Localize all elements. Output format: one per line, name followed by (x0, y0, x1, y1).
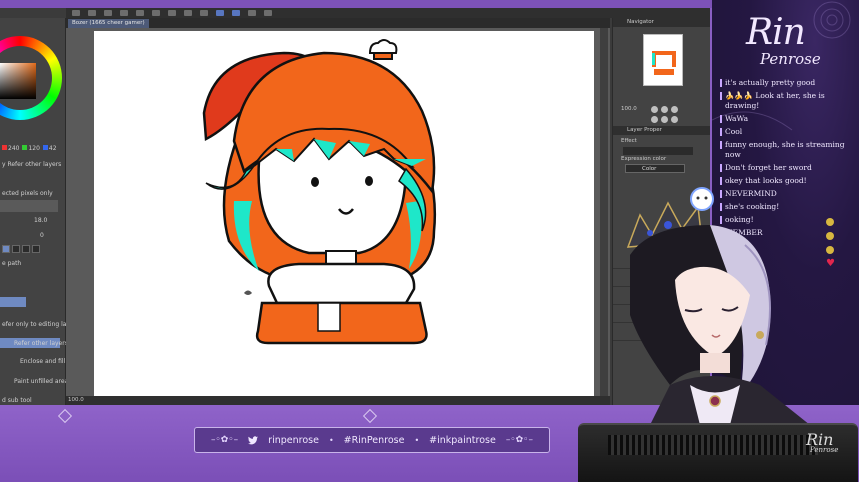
paw-deco-icon: –◦✿◦– (211, 435, 239, 445)
chat-message: Don't forget her sword (720, 163, 850, 173)
selection-icon[interactable] (216, 10, 224, 16)
separator-dot: • (328, 435, 334, 445)
color-picker-square[interactable] (0, 63, 36, 99)
mic-grille (608, 435, 818, 455)
transform-icon[interactable] (168, 10, 176, 16)
social-bar: –◦✿◦– rinpenrose • #RinPenrose • #inkpai… (194, 427, 550, 453)
redo-icon[interactable] (136, 10, 144, 16)
fit-icon[interactable] (671, 106, 678, 113)
navigator-controls (651, 106, 678, 113)
chat-message: Cool (720, 127, 850, 137)
menu-bar (66, 8, 710, 18)
zoom-value[interactable]: 100.0 (621, 106, 637, 112)
zoom-out-icon[interactable] (661, 106, 668, 113)
refer-other-layers-label: y Refer other layers (2, 161, 62, 168)
twitter-handle[interactable]: rinpenrose (268, 435, 319, 446)
crop-icon[interactable] (200, 10, 208, 16)
mode-icon-row (2, 245, 40, 253)
save-icon[interactable] (104, 10, 112, 16)
chat-message: WaWa (720, 114, 850, 124)
sub-tool-label: d sub tool (2, 397, 32, 404)
layer-property-header[interactable]: Layer Proper (613, 126, 710, 135)
value-field-1[interactable]: 18.0 (34, 217, 47, 224)
selected-setting[interactable] (0, 297, 26, 307)
selected-pixels-label: ected pixels only (2, 190, 53, 197)
open-icon[interactable] (88, 10, 96, 16)
chef-hat-icon (368, 39, 398, 60)
deselect-icon[interactable] (184, 10, 192, 16)
enclose-fill-label: Enclose and fill (20, 358, 66, 365)
logo-watermark: Rin Penrose (800, 430, 854, 460)
clear-icon[interactable] (152, 10, 160, 16)
pen-icon[interactable] (248, 10, 256, 16)
mode-2-icon[interactable] (12, 245, 20, 253)
twitter-icon (248, 435, 259, 444)
status-zoom[interactable]: 100.0 (68, 397, 84, 403)
effect-slots[interactable] (623, 147, 693, 155)
chibi-drawing (202, 39, 437, 345)
flip-icon[interactable] (671, 116, 678, 123)
rgb-g-value: 120 (28, 145, 40, 152)
rotate-right-icon[interactable] (661, 116, 668, 123)
logo-subtitle: Penrose (760, 50, 821, 68)
rgb-b-value: 42 (48, 145, 57, 152)
mode-3-icon[interactable] (22, 245, 30, 253)
rotate-controls (651, 116, 678, 123)
expression-color-label: Expression color (621, 156, 667, 162)
mode-1-icon[interactable] (2, 245, 10, 253)
new-icon[interactable] (72, 10, 80, 16)
ruler-icon[interactable] (232, 10, 240, 16)
value-field-2[interactable]: 0 (40, 232, 44, 239)
rgb-readout: 240 120 42 (2, 145, 57, 152)
paw-deco-icon: –◦✿◦– (505, 435, 533, 445)
fill-icon[interactable] (264, 10, 272, 16)
thumbnail-drawing (652, 51, 676, 75)
separator-dot: • (414, 435, 420, 445)
canvas-tab-bar: Bozer (1665 cheer gamer) (66, 18, 610, 28)
navigator-header[interactable]: Navigator (613, 18, 710, 27)
zoom-in-icon[interactable] (651, 106, 658, 113)
hashtag-rinpenrose[interactable]: #RinPenrose (344, 435, 405, 446)
navigator-thumbnail[interactable] (643, 34, 683, 86)
vtuber-avatar (626, 187, 810, 425)
rotate-left-icon[interactable] (651, 116, 658, 123)
channel-logo: Rin Penrose (742, 12, 832, 76)
rgb-r-value: 240 (8, 145, 20, 152)
refer-other-layers-button-label: Refer other layers (14, 340, 68, 347)
pixels-setting-bar[interactable] (0, 200, 58, 212)
mode-4-icon[interactable] (32, 245, 40, 253)
chat-message: funny enough, she is streaming now (720, 140, 850, 160)
expression-color-select[interactable]: Color (625, 164, 685, 173)
tool-property-panel: 240 120 42 y Refer other layers ected pi… (0, 18, 76, 405)
frame-diamond-icon (362, 408, 378, 424)
chat-message: 🍌🍌🍌 Look at her, she is drawing! (720, 91, 850, 111)
undo-icon[interactable] (120, 10, 128, 16)
canvas-area (66, 28, 610, 396)
canvas-tab[interactable]: Bozer (1665 cheer gamer) (68, 19, 149, 28)
path-label: e path (2, 260, 22, 267)
status-bar: 100.0 (66, 396, 610, 405)
paint-unfilled-label: Paint unfilled area (14, 378, 69, 385)
chat-message: it's actually pretty good (720, 78, 850, 88)
hashtag-inkpaintrose[interactable]: #inkpaintrose (429, 435, 496, 446)
frame-diamond-icon (57, 408, 73, 424)
watermark-subtitle: Penrose (810, 446, 839, 454)
drawing-canvas[interactable] (94, 31, 594, 396)
logo-title: Rin (746, 12, 806, 53)
effect-label: Effect (621, 138, 637, 144)
